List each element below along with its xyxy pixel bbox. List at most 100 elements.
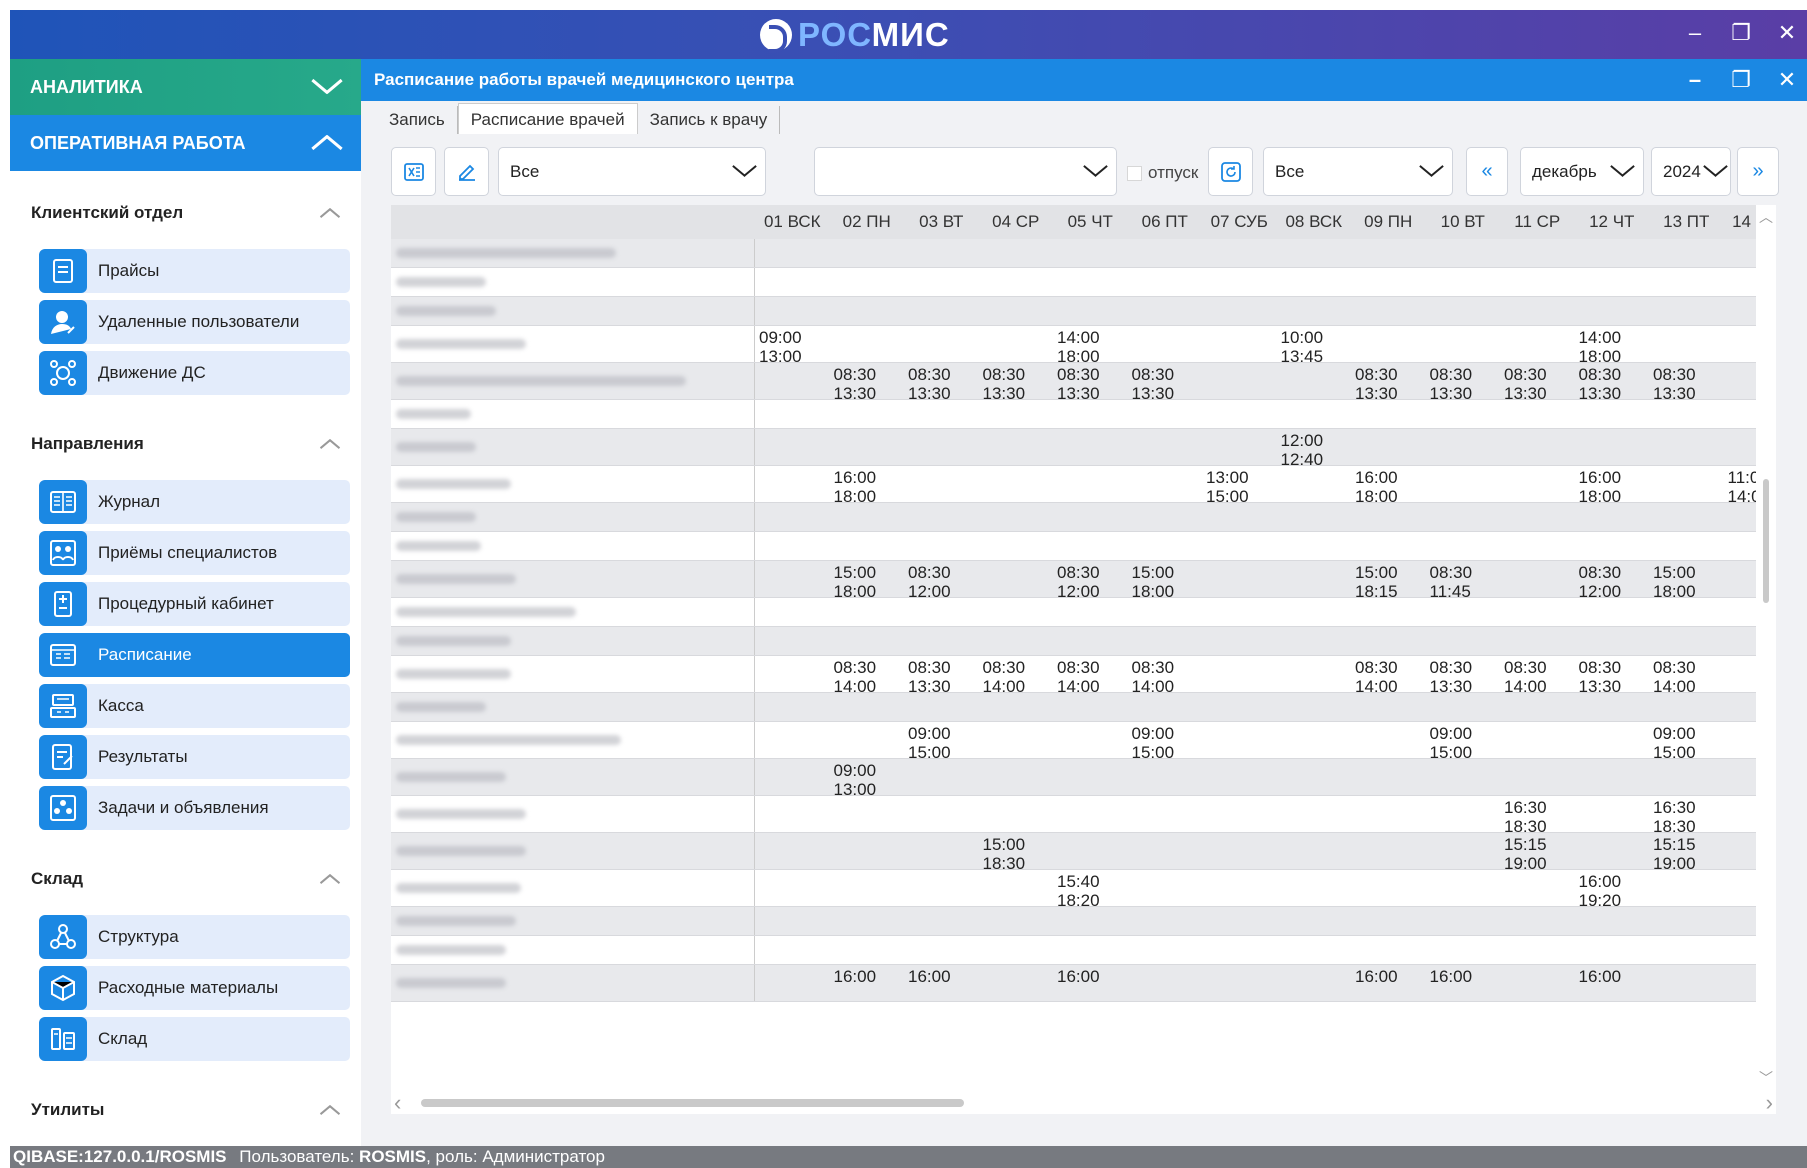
schedule-cell[interactable]: [1053, 466, 1128, 502]
schedule-cell[interactable]: [1128, 598, 1203, 626]
schedule-cell[interactable]: [979, 561, 1054, 597]
schedule-cell[interactable]: [1426, 297, 1501, 325]
doctor-row[interactable]: 08:30 13:30 08:30 13:30 08:30 13:30 08:30 13:30…: [391, 363, 1776, 403]
schedule-cell[interactable]: [904, 833, 979, 869]
schedule-cell[interactable]: [1351, 907, 1426, 935]
schedule-cell[interactable]: [979, 429, 1054, 465]
schedule-cell[interactable]: [1426, 693, 1501, 721]
schedule-cell[interactable]: [755, 833, 830, 869]
schedule-cell[interactable]: [1128, 326, 1203, 362]
doctor-row[interactable]: [391, 907, 1776, 936]
sidebar-group-title[interactable]: Склад: [31, 837, 341, 907]
schedule-cell[interactable]: [1053, 532, 1128, 560]
schedule-cell[interactable]: [1575, 268, 1650, 296]
schedule-cell[interactable]: [1053, 429, 1128, 465]
schedule-cell[interactable]: [1128, 532, 1203, 560]
sidebar-group-title[interactable]: Направления: [31, 402, 341, 472]
schedule-cell[interactable]: [979, 722, 1054, 758]
schedule-cell[interactable]: [1351, 400, 1426, 428]
schedule-cell[interactable]: [1351, 870, 1426, 906]
schedule-cell[interactable]: [1202, 907, 1277, 935]
doctor-name-cell[interactable]: [391, 627, 755, 655]
schedule-cell[interactable]: [1202, 561, 1277, 597]
schedule-cell[interactable]: [1500, 965, 1575, 1001]
schedule-cell[interactable]: [1649, 429, 1724, 465]
schedule-cell[interactable]: 16:00: [1351, 965, 1426, 1001]
doctor-name-cell[interactable]: [391, 561, 755, 597]
schedule-cell[interactable]: [1426, 503, 1501, 531]
schedule-cell[interactable]: [1202, 796, 1277, 832]
schedule-cell[interactable]: [979, 268, 1054, 296]
schedule-cell[interactable]: 15:00 18:15: [1351, 561, 1426, 601]
filter-select-1[interactable]: Все: [498, 147, 766, 196]
doctor-name-cell[interactable]: [391, 503, 755, 531]
schedule-cell[interactable]: 08:30 14:00: [1128, 656, 1203, 696]
schedule-cell[interactable]: [1202, 656, 1277, 692]
schedule-cell[interactable]: [979, 598, 1054, 626]
schedule-cell[interactable]: [1202, 268, 1277, 296]
schedule-cell[interactable]: [1128, 627, 1203, 655]
schedule-cell[interactable]: [1202, 965, 1277, 1001]
schedule-cell[interactable]: [1575, 722, 1650, 758]
chevron-up-icon[interactable]: [319, 437, 341, 451]
doctor-row[interactable]: [391, 936, 1776, 965]
schedule-cell[interactable]: [1575, 936, 1650, 964]
doctor-row[interactable]: 09:00 13:00: [391, 759, 1776, 799]
doctor-name-cell[interactable]: [391, 429, 755, 465]
schedule-cell[interactable]: [1575, 400, 1650, 428]
schedule-cell[interactable]: [755, 656, 830, 692]
schedule-cell[interactable]: [1128, 796, 1203, 832]
schedule-cell[interactable]: [1277, 936, 1352, 964]
schedule-cell[interactable]: [979, 400, 1054, 428]
schedule-cell[interactable]: [979, 627, 1054, 655]
schedule-cell[interactable]: [830, 907, 905, 935]
schedule-cell[interactable]: [755, 466, 830, 502]
schedule-cell[interactable]: [755, 907, 830, 935]
schedule-cell[interactable]: [1277, 796, 1352, 832]
schedule-cell[interactable]: 08:30 13:30: [979, 363, 1054, 403]
schedule-cell[interactable]: [1202, 532, 1277, 560]
schedule-cell[interactable]: [1351, 796, 1426, 832]
filter-select-3[interactable]: Все: [1263, 147, 1453, 196]
doctor-name-cell[interactable]: [391, 796, 755, 832]
schedule-cell[interactable]: [1351, 693, 1426, 721]
schedule-cell[interactable]: [1202, 297, 1277, 325]
schedule-cell[interactable]: [1649, 907, 1724, 935]
schedule-cell[interactable]: 16:00: [830, 965, 905, 1001]
schedule-cell[interactable]: [830, 833, 905, 869]
schedule-cell[interactable]: [1649, 297, 1724, 325]
doctor-name-cell[interactable]: [391, 965, 755, 1001]
schedule-cell[interactable]: 15:00 18:00: [1128, 561, 1203, 601]
scroll-down-icon[interactable]: ﹀: [1759, 1068, 1773, 1088]
schedule-cell[interactable]: 12:00 12:40: [1277, 429, 1352, 469]
schedule-cell[interactable]: [830, 503, 905, 531]
schedule-cell[interactable]: [830, 722, 905, 758]
schedule-cell[interactable]: 09:00 15:00: [1426, 722, 1501, 762]
schedule-cell[interactable]: [1500, 429, 1575, 465]
schedule-cell[interactable]: [755, 759, 830, 795]
schedule-cell[interactable]: [1277, 693, 1352, 721]
schedule-cell[interactable]: [830, 532, 905, 560]
schedule-cell[interactable]: [830, 693, 905, 721]
schedule-cell[interactable]: 16:00: [1426, 965, 1501, 1001]
sidebar-item[interactable]: Движение ДС: [39, 351, 350, 395]
schedule-cell[interactable]: [1649, 400, 1724, 428]
day-header[interactable]: 06 ПТ: [1128, 205, 1203, 239]
schedule-cell[interactable]: 08:30 13:30: [904, 656, 979, 696]
schedule-cell[interactable]: [1128, 268, 1203, 296]
schedule-cell[interactable]: [755, 722, 830, 758]
schedule-cell[interactable]: [1202, 722, 1277, 758]
schedule-cell[interactable]: [755, 936, 830, 964]
schedule-cell[interactable]: [755, 297, 830, 325]
restore-icon[interactable]: ❐: [1731, 20, 1751, 46]
schedule-cell[interactable]: [1128, 936, 1203, 964]
schedule-cell[interactable]: [1351, 936, 1426, 964]
schedule-cell[interactable]: [1202, 503, 1277, 531]
schedule-cell[interactable]: [1500, 239, 1575, 267]
schedule-cell[interactable]: [830, 429, 905, 465]
schedule-cell[interactable]: [979, 503, 1054, 531]
schedule-cell[interactable]: 16:00: [1053, 965, 1128, 1001]
schedule-cell[interactable]: [1202, 326, 1277, 362]
schedule-cell[interactable]: [1649, 693, 1724, 721]
doctor-name-cell[interactable]: [391, 722, 755, 758]
